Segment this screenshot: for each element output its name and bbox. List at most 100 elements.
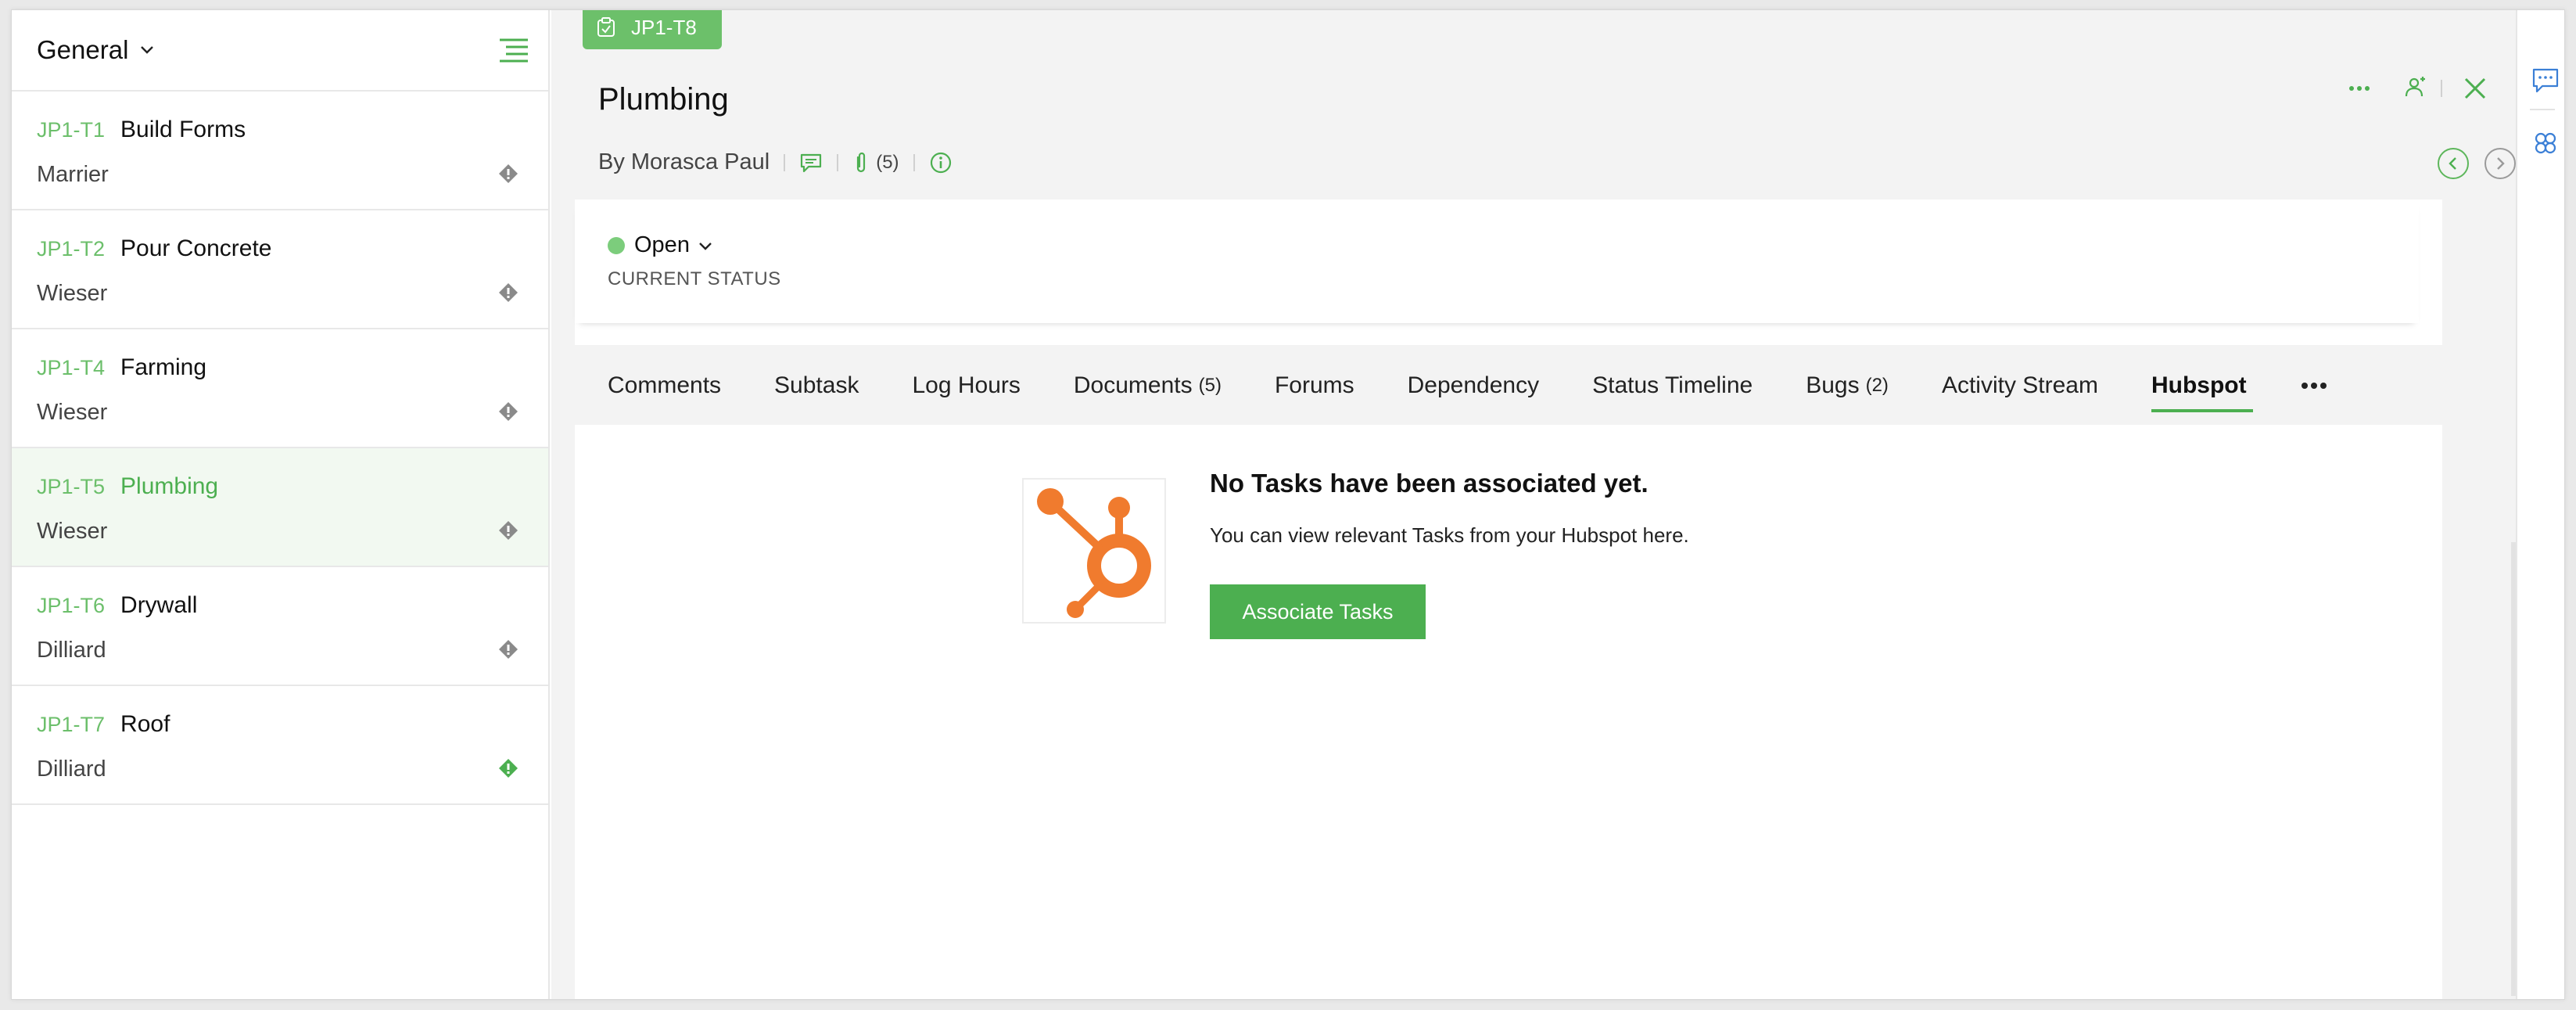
task-name: Plumbing	[120, 473, 219, 499]
tab-label: Forums	[1274, 372, 1354, 398]
more-options-icon[interactable]	[2344, 73, 2375, 104]
assign-user-icon[interactable]	[2400, 73, 2431, 104]
task-owner: Dilliard	[37, 638, 106, 663]
chat-icon[interactable]	[2531, 66, 2560, 95]
tab-dependency[interactable]: Dependency	[1408, 347, 1539, 425]
task-id-badge: JP1-T8	[583, 10, 722, 49]
tab-label: Activity Stream	[1941, 372, 2098, 398]
task-author: By Morasca Paul	[598, 149, 770, 174]
task-name: Drywall	[120, 592, 198, 618]
divider	[913, 153, 915, 171]
sidebar-task-item[interactable]: JP1-T1 Build Forms Marrier	[12, 92, 548, 210]
tab-label: Hubspot	[2151, 372, 2247, 398]
task-name: Farming	[120, 354, 207, 380]
tab-subtask[interactable]: Subtask	[774, 347, 859, 425]
priority-diamond-icon	[499, 521, 518, 540]
attachment-count[interactable]: (5)	[876, 152, 899, 174]
previous-task-button[interactable]	[2438, 148, 2469, 179]
chevron-left-icon	[2449, 157, 2456, 170]
comment-icon[interactable]	[799, 152, 823, 174]
sidebar-task-item[interactable]: JP1-T7 Roof Dilliard	[12, 686, 548, 805]
task-detail-panel: JP1-T8 Plumbing By Morasca Paul (5) Open…	[551, 10, 2520, 999]
tab-label: Status Timeline	[1592, 372, 1753, 398]
empty-state-description: You can view relevant Tasks from your Hu…	[1210, 523, 1689, 547]
detail-tabs: Comments Subtask Log Hours Documents (5) Foru…	[575, 347, 2442, 425]
sidebar-task-item[interactable]: JP1-T4 Farming Wieser	[12, 329, 548, 448]
hubspot-sprocket-icon	[1037, 488, 1151, 618]
integrations-icon[interactable]	[2531, 129, 2560, 157]
app-window: General JP1-T1 Build Forms Marrier JP1-T2 Po…	[11, 9, 2565, 1000]
associate-tasks-button[interactable]: Associate Tasks	[1210, 584, 1426, 639]
task-row-header: JP1-T4 Farming	[37, 354, 206, 381]
task-id: JP1-T7	[37, 713, 106, 736]
right-rail	[2516, 10, 2564, 999]
tab-label: Comments	[608, 372, 722, 398]
chevron-right-icon	[2497, 157, 2505, 170]
task-owner: Wieser	[37, 281, 108, 306]
next-task-button[interactable]	[2485, 148, 2516, 179]
header-actions	[2344, 73, 2516, 104]
tab-forums[interactable]: Forums	[1275, 347, 1354, 425]
status-dot	[608, 236, 625, 254]
priority-diamond-icon	[499, 640, 518, 659]
task-owner: Wieser	[37, 400, 108, 425]
close-icon[interactable]	[2459, 73, 2491, 104]
divider	[784, 153, 786, 171]
tab-activity-stream[interactable]: Activity Stream	[1942, 347, 2098, 425]
divider	[2441, 80, 2442, 97]
tab-documents[interactable]: Documents (5)	[1074, 347, 1222, 425]
tab-log-hours[interactable]: Log Hours	[912, 347, 1020, 425]
tab-bugs[interactable]: Bugs (2)	[1806, 347, 1889, 425]
sidebar-header: General	[12, 10, 548, 92]
tab-count: (5)	[1198, 375, 1222, 396]
tab-comments[interactable]: Comments	[608, 347, 721, 425]
more-tabs-button[interactable]	[2300, 347, 2328, 425]
sidebar-title[interactable]: General	[37, 35, 128, 65]
priority-diamond-icon	[499, 283, 518, 302]
task-owner: Dilliard	[37, 757, 106, 782]
status-dropdown[interactable]: Open	[608, 232, 713, 258]
tab-hubspot[interactable]: Hubspot	[2151, 347, 2253, 425]
chevron-down-icon[interactable]	[139, 42, 155, 58]
task-row-header: JP1-T7 Roof	[37, 711, 170, 738]
task-name: Pour Concrete	[120, 235, 272, 261]
task-row-header: JP1-T6 Drywall	[37, 592, 197, 619]
status-card: Open CURRENT STATUS	[575, 199, 2442, 345]
hubspot-panel: No Tasks have been associated yet. You c…	[575, 425, 2442, 999]
task-id: JP1-T6	[37, 594, 106, 617]
info-icon[interactable]	[929, 151, 953, 174]
task-list: JP1-T1 Build Forms Marrier JP1-T2 Pour Concr…	[12, 92, 548, 805]
list-menu-icon[interactable]	[498, 37, 529, 63]
task-owner: Marrier	[37, 162, 109, 187]
task-id: JP1-T5	[37, 475, 106, 498]
task-clipboard-icon	[597, 17, 615, 37]
hubspot-logo	[1022, 478, 1166, 624]
tab-label: Bugs	[1806, 372, 1860, 398]
priority-diamond-icon	[499, 164, 518, 183]
task-id: JP1-T1	[37, 118, 106, 142]
attachment-icon[interactable]	[852, 151, 870, 174]
sidebar-task-item[interactable]: JP1-T2 Pour Concrete Wieser	[12, 210, 548, 329]
sidebar-task-item[interactable]: JP1-T5 Plumbing Wieser	[12, 448, 548, 567]
empty-state-title: No Tasks have been associated yet.	[1210, 469, 1649, 498]
task-id: JP1-T2	[37, 237, 106, 261]
chevron-down-icon	[699, 242, 712, 250]
task-id: JP1-T4	[37, 356, 106, 379]
divider	[2530, 109, 2555, 110]
priority-diamond-icon	[499, 402, 518, 421]
status-label: CURRENT STATUS	[608, 268, 781, 289]
tab-label: Documents	[1073, 372, 1193, 398]
task-name: Roof	[120, 711, 170, 737]
priority-diamond-icon	[499, 759, 518, 778]
tab-status-timeline[interactable]: Status Timeline	[1592, 347, 1753, 425]
task-list-sidebar: General JP1-T1 Build Forms Marrier JP1-T2 Po…	[12, 10, 550, 999]
tab-count: (2)	[1865, 375, 1889, 396]
task-title[interactable]: Plumbing	[598, 82, 729, 117]
task-row-header: JP1-T1 Build Forms	[37, 117, 246, 143]
task-id-text: JP1-T8	[631, 15, 697, 39]
tab-label: Log Hours	[912, 372, 1021, 398]
sidebar-task-item[interactable]: JP1-T6 Drywall Dilliard	[12, 567, 548, 686]
task-row-header: JP1-T5 Plumbing	[37, 473, 218, 500]
tab-label: Subtask	[774, 372, 859, 398]
task-name: Build Forms	[120, 117, 246, 142]
